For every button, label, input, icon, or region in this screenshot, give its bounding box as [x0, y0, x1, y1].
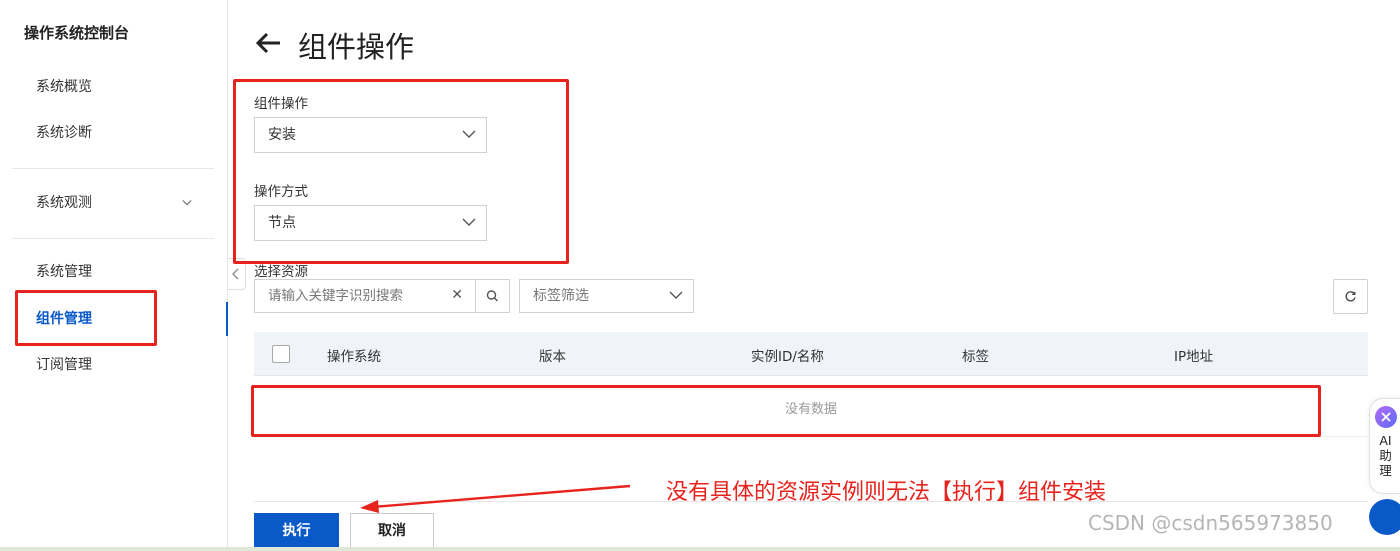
- sidebar-item-label: 系统管理: [36, 264, 92, 280]
- column-header-version[interactable]: 版本: [539, 345, 566, 365]
- sidebar-title: 操作系统控制台: [24, 24, 130, 42]
- watermark: CSDN @csdn565973850: [1088, 511, 1333, 535]
- cancel-button[interactable]: 取消: [350, 513, 434, 549]
- back-arrow-icon[interactable]: [254, 28, 284, 58]
- tag-filter-placeholder: 标签筛选: [533, 288, 589, 304]
- tag-filter-select[interactable]: 标签筛选: [519, 279, 694, 313]
- sidebar-divider: [12, 168, 214, 169]
- annotation-text: 没有具体的资源实例则无法【执行】组件安装: [666, 480, 1107, 505]
- floating-help-button[interactable]: [1369, 499, 1400, 535]
- column-header-instance[interactable]: 实例ID/名称: [751, 345, 824, 365]
- clear-icon[interactable]: ✕: [451, 287, 463, 303]
- refresh-icon: [1345, 291, 1356, 302]
- sidebar-item-overview[interactable]: 系统概览: [0, 70, 228, 104]
- sidebar-item-diagnosis[interactable]: 系统诊断: [0, 116, 228, 150]
- bottom-bar: [0, 547, 1400, 551]
- table-header: 操作系统 版本 实例ID/名称 标签 IP地址: [254, 332, 1368, 376]
- ai-assistant-button[interactable]: AI 助 理: [1369, 398, 1400, 494]
- annotation-box-sidebar: [15, 290, 157, 346]
- sidebar-item-system-management[interactable]: 系统管理: [0, 255, 228, 289]
- sidebar-item-label: 系统诊断: [36, 125, 92, 141]
- sidebar-item-label: 系统概览: [36, 79, 92, 95]
- search-button[interactable]: [475, 279, 510, 313]
- chevron-down-icon: [669, 291, 683, 299]
- sidebar-item-subscription-management[interactable]: 订阅管理: [0, 348, 228, 382]
- sidebar-divider: [12, 238, 214, 239]
- ai-assistant-label: AI 助 理: [1370, 433, 1400, 478]
- sidebar-item-label: 系统观测: [36, 195, 92, 211]
- select-all-checkbox[interactable]: [272, 345, 290, 363]
- execute-button[interactable]: 执行: [254, 513, 339, 549]
- chevron-down-icon: [182, 200, 192, 206]
- resource-search-input-wrapper: ✕: [254, 279, 476, 313]
- refresh-button[interactable]: [1333, 279, 1368, 314]
- page-title: 组件操作: [298, 30, 415, 64]
- resource-search-input[interactable]: [255, 280, 440, 312]
- annotation-box-form: [233, 79, 569, 264]
- ai-assistant-label-line: AI: [1379, 433, 1392, 448]
- search-icon: [486, 290, 498, 302]
- sidebar-item-label: 订阅管理: [36, 357, 92, 373]
- ai-assistant-label-line: 理: [1379, 463, 1392, 478]
- ai-assistant-label-line: 助: [1379, 448, 1392, 463]
- column-header-ip[interactable]: IP地址: [1174, 345, 1213, 365]
- sidebar-item-observability[interactable]: 系统观测: [0, 186, 228, 220]
- ai-logo-icon: [1375, 406, 1397, 428]
- page: 操作系统控制台 系统概览 系统诊断 系统观测 系统管理 组件管理 订阅管理 组件…: [0, 0, 1400, 551]
- column-header-os[interactable]: 操作系统: [327, 345, 381, 365]
- column-header-tags[interactable]: 标签: [962, 345, 989, 365]
- annotation-box-empty: [251, 385, 1321, 437]
- sidebar: 操作系统控制台 系统概览 系统诊断 系统观测 系统管理 组件管理 订阅管理: [0, 0, 228, 551]
